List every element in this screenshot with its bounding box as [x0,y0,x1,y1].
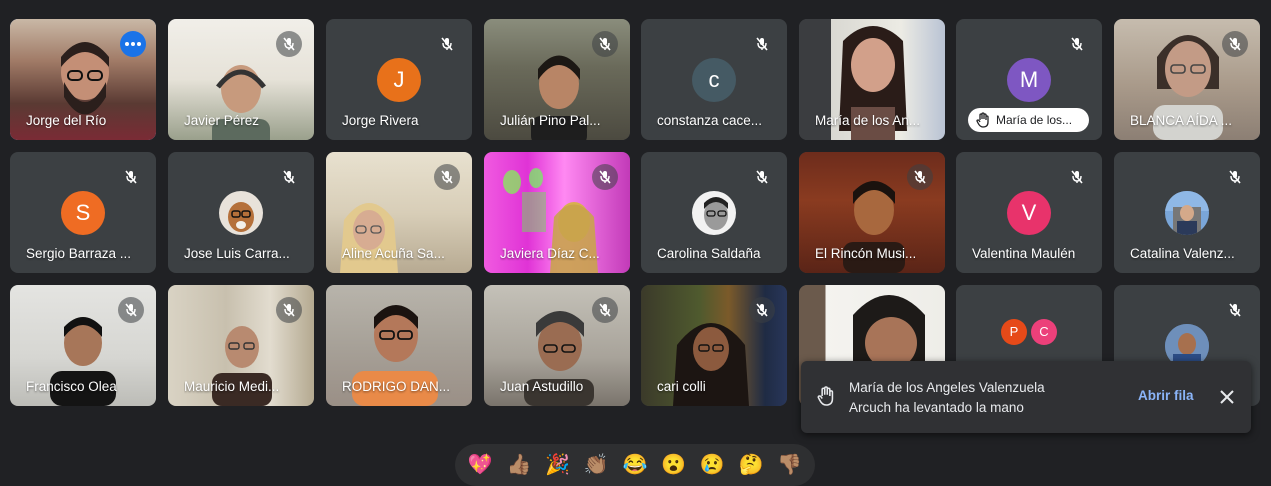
participant-name: Julián Pino Pal... [500,113,601,128]
participant-name: Valentina Maulén [972,246,1076,261]
avatar [219,191,263,235]
avatar: V [1007,191,1051,235]
mic-off-icon [276,297,302,323]
avatar: S [61,191,105,235]
avatar: P [1001,319,1027,345]
participant-tile[interactable]: Juan Astudillo [484,285,630,406]
notification-line-1: María de los Angeles Valenzuela [849,380,1045,395]
mic-off-icon [1064,31,1090,57]
laughing-reaction[interactable]: 😂 [619,449,651,481]
hand-raised-notification: María de los Angeles Valenzuela Arcuch h… [801,361,1251,433]
notification-message: María de los Angeles Valenzuela Arcuch h… [849,378,1045,418]
avatar: c [692,58,736,102]
participant-tile[interactable]: Francisco Olea [10,285,156,406]
participant-tile[interactable]: Aline Acuña Sa... [326,152,472,273]
avatar [1165,191,1209,235]
raised-hand-icon [976,112,989,128]
participant-name: BLANCA AÍDA ... [1130,113,1233,128]
participant-tile[interactable]: Jose Luis Carra... [168,152,314,273]
clapping-reaction[interactable]: 👏🏽 [580,449,612,481]
participant-name: Javier Pérez [184,113,260,128]
mic-off-icon [749,164,775,190]
open-queue-button[interactable]: Abrir fila [1138,388,1194,403]
participant-name: Jorge Rivera [342,113,419,128]
mic-off-icon [749,297,775,323]
avatar [692,191,736,235]
crying-reaction[interactable]: 😢 [696,449,728,481]
participant-name: RODRIGO DAN... [342,379,451,394]
participant-name: cari colli [657,379,706,394]
participant-name: Mauricio Medi... [184,379,280,394]
participant-name: Catalina Valenz... [1130,246,1235,261]
participant-tile[interactable]: Jorge del Río [10,19,156,140]
participant-name: Carolina Saldaña [657,246,761,261]
participant-name: Francisco Olea [26,379,117,394]
mic-off-icon [1222,31,1248,57]
participant-name: Juan Astudillo [500,379,584,394]
participant-tile[interactable]: Mauricio Medi... [168,285,314,406]
grouped-avatars: P C [1001,319,1057,345]
raised-hand-name: María de los... [996,113,1073,127]
raised-hand-badge: María de los... [968,108,1089,132]
mic-off-icon [434,31,460,57]
mic-off-icon [118,297,144,323]
avatar: M [1007,58,1051,102]
participant-tile[interactable]: El Rincón Musi... [799,152,945,273]
mic-off-icon [749,31,775,57]
close-icon[interactable] [1216,386,1238,408]
mic-off-icon [1222,297,1248,323]
sparkling-heart-reaction[interactable]: 💖 [464,449,496,481]
participant-name: María de los An... [815,113,921,128]
participant-tile[interactable]: M María de los... [956,19,1102,140]
party-popper-reaction[interactable]: 🎉 [542,449,574,481]
avatar: J [377,58,421,102]
participant-tile[interactable]: cari colli [641,285,787,406]
participant-tile[interactable]: Carolina Saldaña [641,152,787,273]
participant-name: constanza cace... [657,113,763,128]
mic-off-icon [592,164,618,190]
participant-name: Aline Acuña Sa... [342,246,445,261]
mic-off-icon [276,31,302,57]
thinking-reaction[interactable]: 🤔 [735,449,767,481]
participant-name: Sergio Barraza ... [26,246,132,261]
participant-tile[interactable]: Javiera Díaz C... [484,152,630,273]
thumbs-up-reaction[interactable]: 👍🏽 [503,449,535,481]
mic-off-icon [907,164,933,190]
participant-name: El Rincón Musi... [815,246,917,261]
mic-off-icon [276,164,302,190]
participant-grid: Jorge del Río Javier Pérez J Jorge River… [0,0,1271,420]
mic-off-icon [592,31,618,57]
mic-off-icon [592,297,618,323]
thumbs-down-reaction[interactable]: 👎🏽 [774,449,806,481]
notification-line-2: Arcuch ha levantado la mano [849,400,1024,415]
reactions-bar: 💖 👍🏽 🎉 👏🏽 😂 😮 😢 🤔 👎🏽 [455,444,815,486]
person-silhouette [853,295,925,365]
participant-tile[interactable]: J Jorge Rivera [326,19,472,140]
participant-tile[interactable]: V Valentina Maulén [956,152,1102,273]
participant-tile[interactable]: Julián Pino Pal... [484,19,630,140]
participant-tile[interactable]: Javier Pérez [168,19,314,140]
mic-off-icon [1222,164,1248,190]
participant-tile[interactable]: BLANCA AÍDA ... [1114,19,1260,140]
mic-off-icon [118,164,144,190]
participant-tile[interactable]: c constanza cace... [641,19,787,140]
participant-name: Jorge del Río [26,113,107,128]
surprised-reaction[interactable]: 😮 [658,449,690,481]
participant-tile[interactable]: María de los An... [799,19,945,140]
participant-tile[interactable]: S Sergio Barraza ... [10,152,156,273]
raised-hand-icon [817,386,834,406]
participant-tile[interactable]: Catalina Valenz... [1114,152,1260,273]
mic-off-icon [1064,164,1090,190]
avatar: C [1031,319,1057,345]
mic-off-icon [434,164,460,190]
more-options-icon[interactable] [120,31,146,57]
participant-name: Javiera Díaz C... [500,246,600,261]
participant-tile[interactable]: RODRIGO DAN... [326,285,472,406]
participant-name: Jose Luis Carra... [184,246,290,261]
